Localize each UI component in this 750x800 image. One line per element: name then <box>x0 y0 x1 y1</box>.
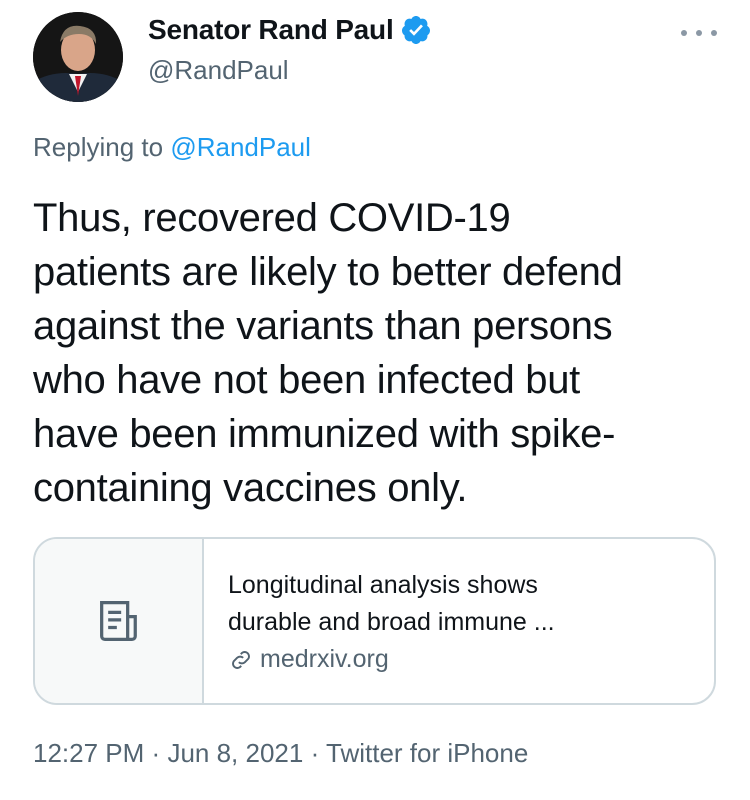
tweet-date[interactable]: Jun 8, 2021 <box>167 738 303 768</box>
tweet-text-line: patients are likely to better defend <box>33 250 623 294</box>
profile-photo <box>33 12 123 102</box>
author-handle[interactable]: @RandPaul <box>148 55 289 86</box>
link-card-title: Longitudinal analysis shows <box>228 571 538 599</box>
replying-to: Replying to @RandPaul <box>33 132 311 163</box>
more-dot-icon <box>711 30 717 36</box>
author-name[interactable]: Senator Rand Paul <box>148 14 394 46</box>
tweet-text-line: against the variants than persons <box>33 304 613 348</box>
tweet-text-line: Thus, recovered COVID-19 <box>33 196 511 240</box>
link-card-body: Longitudinal analysis shows durable and … <box>204 539 555 703</box>
more-dot-icon <box>696 30 702 36</box>
author-row: Senator Rand Paul <box>148 14 432 46</box>
replying-to-label: Replying to <box>33 132 164 162</box>
link-card-domain: medrxiv.org <box>228 641 555 678</box>
link-preview-card[interactable]: Longitudinal analysis shows durable and … <box>33 537 716 705</box>
more-options-icon[interactable] <box>681 22 717 44</box>
tweet-text-line: containing vaccines only. <box>33 466 468 510</box>
link-card-thumbnail <box>35 539 204 703</box>
document-icon <box>99 600 137 642</box>
tweet-text-line: have been immunized with spike- <box>33 412 616 456</box>
meta-separator: · <box>151 738 161 768</box>
replying-to-handle-link[interactable]: @RandPaul <box>170 132 311 162</box>
verified-badge-icon <box>401 16 430 44</box>
meta-separator: · <box>310 738 320 768</box>
avatar[interactable] <box>33 12 123 102</box>
tweet-source[interactable]: Twitter for iPhone <box>326 738 528 768</box>
tweet-text-line: who have not been infected but <box>33 358 580 402</box>
tweet-time[interactable]: 12:27 PM <box>33 738 144 768</box>
link-card-domain-text: medrxiv.org <box>260 645 389 673</box>
tweet-text: Thus, recovered COVID-19 patients are li… <box>33 191 723 515</box>
more-dot-icon <box>681 30 687 36</box>
tweet-meta: 12:27 PM · Jun 8, 2021 · Twitter for iPh… <box>33 738 528 769</box>
link-card-title: durable and broad immune ... <box>228 608 555 636</box>
link-icon <box>232 650 250 669</box>
